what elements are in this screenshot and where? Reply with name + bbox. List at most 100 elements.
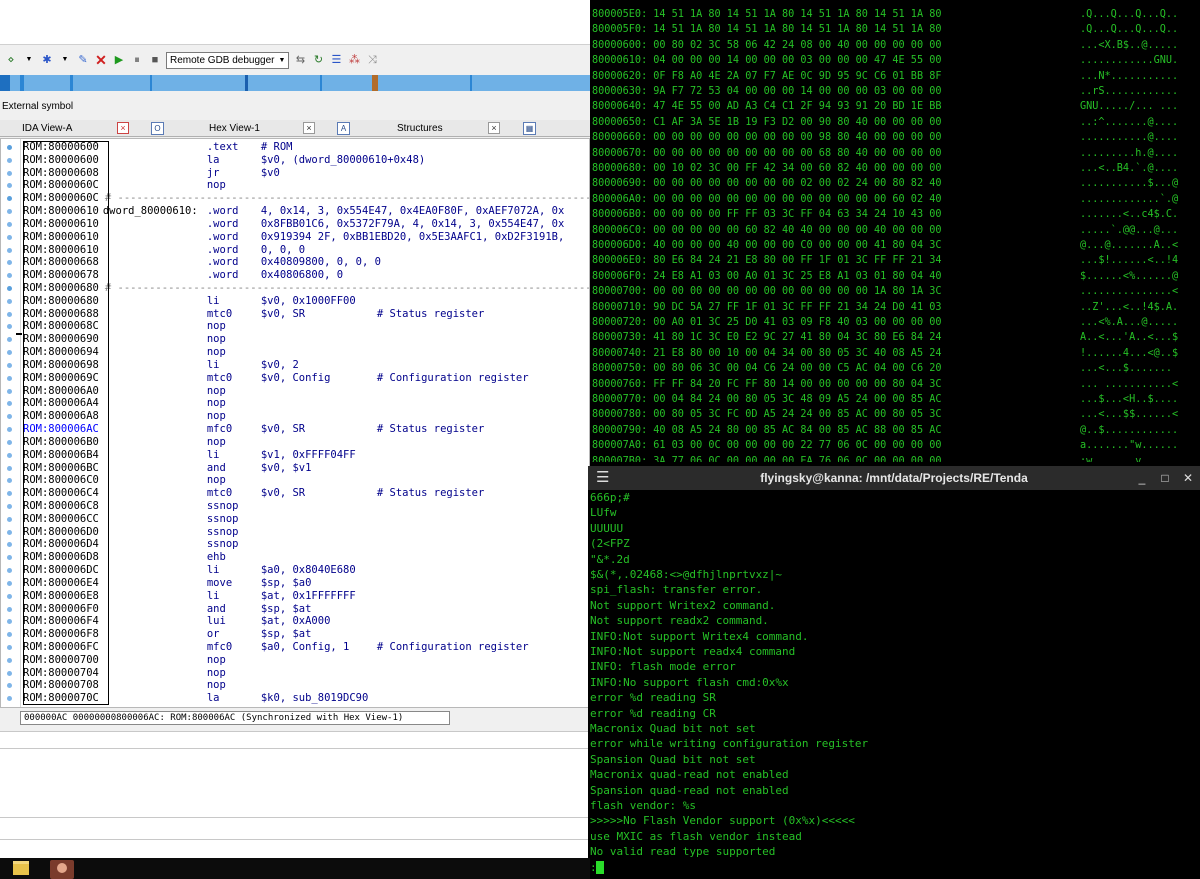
disasm-line[interactable]: ROM:8000060C nop <box>23 179 261 192</box>
close-icon[interactable]: ✕ <box>1180 468 1196 488</box>
hexdump-bytes: 0F F8 A0 4E 2A 07 F7 AE 0C 9D 95 9C C6 0… <box>653 70 942 82</box>
close-icon[interactable]: × <box>488 122 500 134</box>
disasm-line[interactable]: ROM:800006E8 li $at, 0x1FFFFFFF <box>23 590 356 603</box>
disasm-line[interactable]: ROM:800006D0 ssnop <box>23 526 261 539</box>
hexdump-offset: 80000750: <box>592 363 648 375</box>
gutter-dot <box>7 375 12 381</box>
disasm-line[interactable]: ROM:800006C4 mtc0 $v0, SR # Status register <box>23 487 484 500</box>
structures-tab-icon[interactable]: A <box>337 122 350 135</box>
enums-tab-icon[interactable]: ▦ <box>523 122 536 135</box>
disasm-line[interactable]: ROM:800006A4 nop <box>23 397 261 410</box>
disasm-line[interactable]: ROM:800006D4 ssnop <box>23 538 261 551</box>
disasm-line[interactable]: ROM:80000680 li $v0, 0x1000FF00 <box>23 295 356 308</box>
disasm-line[interactable]: ROM:80000610 .word 0x8FBB01C6, 0x5372F79A,… <box>23 218 564 231</box>
disasm-line[interactable]: ROM:800006DC li $a0, 0x8040E680 <box>23 564 356 577</box>
disasm-mnemonic: nop <box>206 397 226 410</box>
disasm-line[interactable]: ROM:8000060C # --------------------------… <box>23 192 589 205</box>
close-icon[interactable]: × <box>303 122 315 134</box>
disasm-line[interactable]: ROM:80000610 .word 0x919394 2F, 0xBB1EBD20… <box>23 231 564 244</box>
hexdump-ascii: :w.......v...... <box>1080 455 1179 462</box>
disasm-line[interactable]: ROM:800006C0 nop <box>23 474 261 487</box>
hexdump-offset: 80000760: <box>592 378 648 390</box>
disasm-line[interactable]: ROM:80000698 li $v0, 2 <box>23 359 299 372</box>
disasm-line[interactable]: ROM:800006A8 nop <box>23 410 261 423</box>
close-icon[interactable]: × <box>117 122 129 134</box>
hexdump-ascii: ............GNU. <box>1080 55 1179 67</box>
disasm-line[interactable]: ROM:80000668 .word 0x40809800, 0, 0, 0 <box>23 256 381 269</box>
chevron-down-icon[interactable]: ▼ <box>22 53 36 67</box>
disasm-line[interactable]: ROM:800006CC ssnop <box>23 513 261 526</box>
hexdump-bytes: 24 E8 A1 03 00 A0 01 3C 25 E8 A1 03 01 8… <box>653 270 942 282</box>
hexdump-terminal[interactable]: 800005E0: 14 51 1A 80 14 51 1A 80 14 51 1… <box>590 0 1200 462</box>
disasm-address: ROM:800006BC <box>23 461 99 474</box>
disasm-line[interactable]: ROM:80000680 # --------------------------… <box>23 282 589 295</box>
list-icon[interactable]: ☰ <box>329 53 343 67</box>
disasm-line[interactable]: ROM:80000690 nop <box>23 333 261 346</box>
hexdump-offset: 800007B0: <box>592 455 648 462</box>
disasm-line[interactable]: ROM:8000068C nop <box>23 320 261 333</box>
menu-icon[interactable]: ☰ <box>596 470 609 485</box>
debugger-select[interactable]: Remote GDB debugger ▼ <box>166 51 290 69</box>
thread-icon[interactable]: ⁂ <box>347 53 361 67</box>
detach-icon[interactable]: ⤨ <box>365 53 379 67</box>
disasm-line[interactable]: ROM:80000610 .word 0, 0, 0 <box>23 244 305 257</box>
hexdump-bytes: 00 00 00 00 00 00 00 00 00 00 00 00 00 6… <box>653 193 942 205</box>
hexdump-row: 800006F0: 24 E8 A1 03 00 A0 01 3C 25 E8 A… <box>592 269 941 284</box>
disasm-line[interactable]: ROM:8000069C mtc0 $v0, Config # Configurati… <box>23 372 529 385</box>
disasm-line[interactable]: ROM:800006F4 lui $at, 0xA000 <box>23 615 330 628</box>
disasm-line[interactable]: ROM:80000704 nop <box>23 667 261 680</box>
disasm-line[interactable]: ROM:8000070C la $k0, sub_8019DC90 <box>23 692 368 705</box>
disasm-line[interactable]: ROM:800006F8 or $sp, $at <box>23 628 311 641</box>
refresh-icon[interactable]: ↻ <box>311 53 325 67</box>
disasm-line[interactable]: ROM:80000600 la $v0, (dword_80000610+0x48) <box>23 154 425 167</box>
tab-hex-view-1[interactable]: Hex View-1 <box>209 120 309 137</box>
disasm-operands: $at, 0x1FFFFFFF <box>260 589 356 602</box>
disasm-line[interactable]: ROM:800006F0 and $sp, $at <box>23 603 311 616</box>
edit-icon[interactable]: ✎ <box>76 53 90 67</box>
disasm-line[interactable]: ROM:80000700 nop <box>23 654 261 667</box>
attach-icon[interactable]: ⇆ <box>293 53 307 67</box>
disasm-operands: $a0, 0x8040E680 <box>260 564 356 577</box>
graph-icon[interactable]: O <box>151 122 164 135</box>
disasm-operands: 4, 0x14, 3, 0x554E47, 0x4EA0F80F, 0xAEF7… <box>260 205 565 218</box>
terminal-window[interactable]: ☰ flyingsky@kanna: /mnt/data/Projects/RE… <box>588 466 1200 879</box>
navigation-band[interactable] <box>0 75 590 91</box>
disasm-line[interactable]: ROM:800006D8 ehb <box>23 551 261 564</box>
disasm-line[interactable]: ROM:80000610 dword_80000610: .word 4, 0x14,… <box>23 205 564 218</box>
disasm-line[interactable]: ROM:80000608 jr $v0 <box>23 167 280 180</box>
disasm-line[interactable]: ROM:80000600 .text # ROM <box>23 141 292 154</box>
disasm-line[interactable]: ROM:800006C8 ssnop <box>23 500 261 513</box>
disasm-line[interactable]: ROM:800006E4 move $sp, $a0 <box>23 577 311 590</box>
minimize-icon[interactable]: _ <box>1134 468 1150 488</box>
terminal-line: Spansion quad-read not enabled <box>590 783 789 797</box>
step-icon[interactable]: ⋄ <box>4 53 18 67</box>
disasm-line[interactable]: ROM:80000688 mtc0 $v0, SR # Status register <box>23 308 484 321</box>
disasm-line[interactable]: ROM:800006B4 li $v1, 0xFFFF04FF <box>23 449 356 462</box>
stop-icon[interactable]: ■ <box>148 53 162 67</box>
delete-icon[interactable]: ✕ <box>94 53 108 67</box>
pause-icon[interactable]: ⏸ <box>130 53 144 67</box>
avatar[interactable] <box>50 860 74 879</box>
disasm-line[interactable]: ROM:800006FC mfc0 $a0, Config, 1 # Configur… <box>23 641 529 654</box>
terminal-line: No valid read type supported <box>590 845 776 859</box>
tab-structures[interactable]: Structures <box>397 120 487 137</box>
disasm-line[interactable]: ROM:800006AC mfc0 $v0, SR # Status register <box>23 423 484 436</box>
disassembly-view[interactable]: ROM:80000600 .text # ROM ROM:80000600 la $v0,… <box>0 138 590 708</box>
breakpoint-add-icon[interactable]: ✱ <box>40 53 54 67</box>
play-icon[interactable]: ▶ <box>112 53 126 67</box>
disasm-line[interactable]: ROM:800006BC and $v0, $v1 <box>23 462 311 475</box>
maximize-icon[interactable]: □ <box>1157 468 1173 488</box>
disasm-line[interactable]: ROM:80000708 nop <box>23 679 261 692</box>
disasm-mnemonic: li <box>206 358 220 371</box>
output-pane[interactable] <box>0 731 590 858</box>
folder-icon[interactable] <box>13 861 29 875</box>
disasm-line[interactable]: ROM:800006A0 nop <box>23 385 261 398</box>
disasm-mnemonic: nop <box>206 333 226 346</box>
disasm-line[interactable]: ROM:80000678 .word 0x40806800, 0 <box>23 269 343 282</box>
view-tabs: IDA View-A × O Hex View-1 × A Structures… <box>0 120 590 137</box>
disasm-address: ROM:8000060C <box>23 179 99 192</box>
disasm-line[interactable]: ROM:80000694 nop <box>23 346 261 359</box>
chevron-down-icon[interactable]: ▼ <box>58 53 72 67</box>
disasm-address: ROM:800006E8 <box>23 589 99 602</box>
disasm-line[interactable]: ROM:800006B0 nop <box>23 436 261 449</box>
